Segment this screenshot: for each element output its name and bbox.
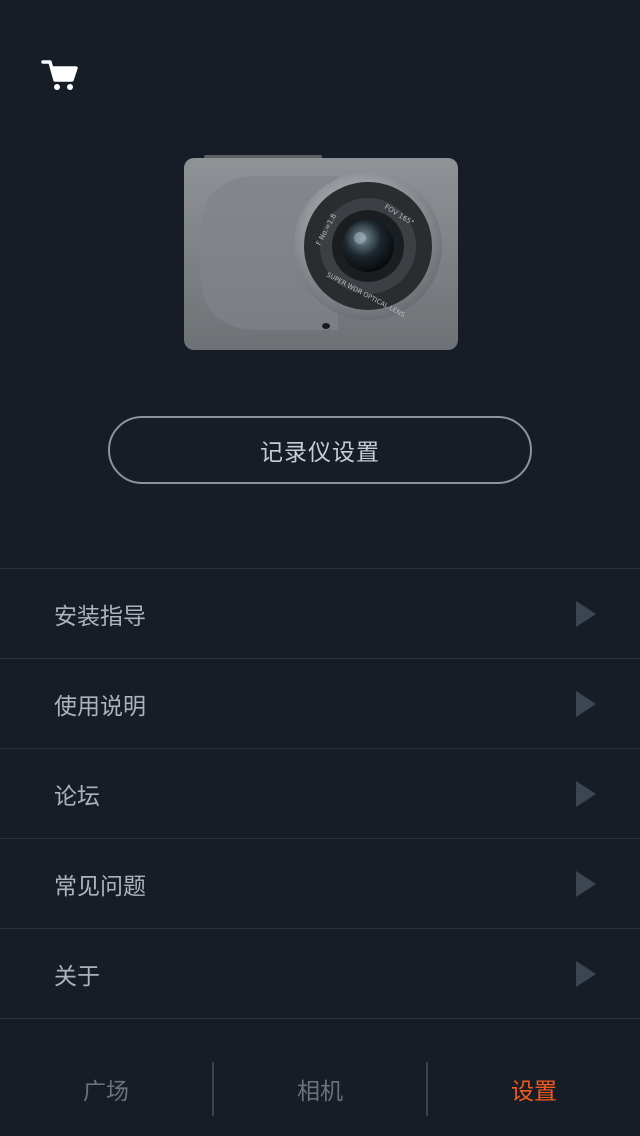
menu-item-label: 论坛	[54, 783, 100, 810]
menu-item-label: 常见问题	[54, 873, 146, 900]
dashcam-settings-button[interactable]: 记录仪设置	[108, 416, 532, 484]
menu-item-install-guide[interactable]: 安装指导	[0, 569, 640, 659]
menu-item-label: 安装指导	[54, 603, 146, 630]
menu-item-faq[interactable]: 常见问题	[0, 839, 640, 929]
chevron-right-icon	[576, 960, 596, 987]
menu-item-label: 关于	[54, 963, 100, 990]
bottom-tab-bar: 广场 相机 设置	[0, 1062, 640, 1116]
menu-item-forum[interactable]: 论坛	[0, 749, 640, 839]
chevron-right-icon	[576, 870, 596, 897]
tab-camera[interactable]: 相机	[214, 1062, 426, 1116]
tab-plaza[interactable]: 广场	[0, 1062, 212, 1116]
tab-settings[interactable]: 设置	[428, 1062, 640, 1116]
menu-item-user-manual[interactable]: 使用说明	[0, 659, 640, 749]
menu-item-about[interactable]: 关于	[0, 929, 640, 1019]
dashcam-image: F No.=1.8 FOV 165° SUPER WDR OPTICAL LEN…	[178, 148, 464, 358]
chevron-right-icon	[576, 600, 596, 627]
chevron-right-icon	[576, 690, 596, 717]
settings-menu: 安装指导 使用说明 论坛 常见问题 关于	[0, 568, 640, 1019]
menu-item-label: 使用说明	[54, 693, 146, 720]
cart-icon[interactable]	[40, 56, 80, 96]
chevron-right-icon	[576, 780, 596, 807]
